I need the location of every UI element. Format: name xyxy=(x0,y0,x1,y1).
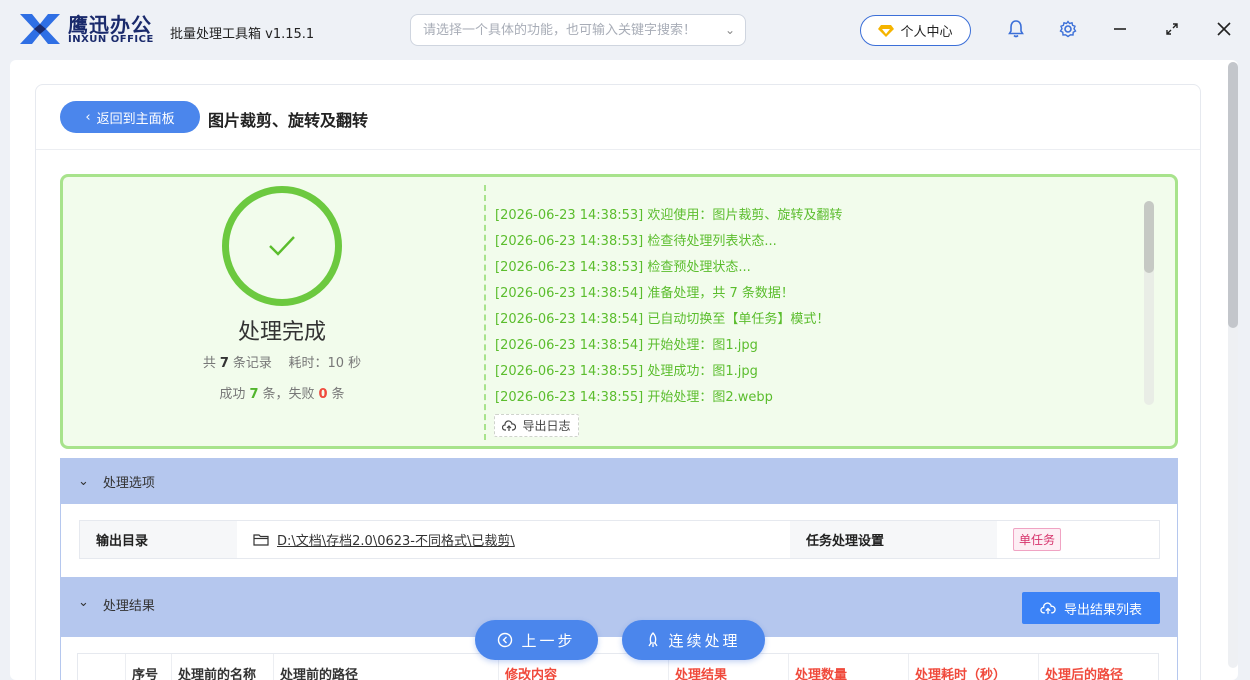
header-divider xyxy=(36,149,1200,150)
cloud-upload-icon xyxy=(502,419,517,431)
options-section-header[interactable]: ⌄ 处理选项 xyxy=(60,458,1178,504)
log-scrollbar[interactable] xyxy=(1144,201,1154,405)
success-check-icon xyxy=(222,186,342,306)
diamond-icon xyxy=(878,24,895,37)
task-mode-badge: 单任务 xyxy=(1013,528,1062,551)
status-panel: 处理完成 共 7 条记录 耗时：10 秒 成功 7 条，失败 0 条 [2026-06-23… xyxy=(60,174,1178,449)
user-center-button[interactable]: 个人中心 xyxy=(860,15,971,46)
task-setting-label: 任务处理设置 xyxy=(790,521,997,558)
log-line: [2026-06-23 14:38:54] 准备处理，共 7 条数据！ xyxy=(495,286,794,301)
back-button-label: 返回到主面板 xyxy=(96,111,175,127)
title-bar: 鹰迅办公 INXUN OFFICE 批量处理工具箱 v1.15.1 ⌄ 个人中心 xyxy=(0,0,1250,60)
chevron-down-icon[interactable]: ⌄ xyxy=(78,595,89,610)
minimize-icon[interactable] xyxy=(1109,18,1131,40)
column-header-name-before[interactable]: 处理前的名称 xyxy=(172,654,274,680)
feature-search[interactable]: ⌄ xyxy=(410,14,746,46)
gear-icon[interactable] xyxy=(1057,18,1079,40)
search-input[interactable] xyxy=(411,15,701,45)
log-scrollbar-thumb[interactable] xyxy=(1144,201,1154,273)
options-table: 输出目录 D:\文档\存档2.0\0623-不同格式\已裁剪\ 任务处理设置 单… xyxy=(79,520,1160,559)
log-line: [2026-06-23 14:38:55] 处理成功：图1.jpg xyxy=(495,364,758,379)
main-panel: ‹ 返回到主面板 图片裁剪、旋转及翻转 处理完成 共 7 条记录 耗时：10 秒 成… xyxy=(10,60,1238,680)
export-log-button[interactable]: 导出日志 xyxy=(494,414,579,437)
results-section-title: 处理结果 xyxy=(102,599,155,614)
log-line: [2026-06-23 14:38:53] 检查预处理状态... xyxy=(495,260,751,275)
time-prefix: 耗时： xyxy=(288,356,328,371)
time-unit: 秒 xyxy=(348,356,362,371)
column-header-path-before[interactable]: 处理前的路径 xyxy=(274,654,499,680)
output-dir-value[interactable]: D:\文档\存档2.0\0623-不同格式\已裁剪\ xyxy=(277,530,515,549)
elapsed-time: 10 xyxy=(327,356,344,371)
continue-processing-label: 连续处理 xyxy=(668,631,741,650)
app-title: 批量处理工具箱 v1.15.1 xyxy=(170,27,315,42)
circle-left-icon xyxy=(498,632,513,648)
chevron-left-icon: ‹ xyxy=(85,109,91,125)
log-line: [2026-06-23 14:38:53] 检查待处理列表状态... xyxy=(495,234,777,249)
export-results-button[interactable]: 导出结果列表 xyxy=(1022,592,1160,624)
total-prefix: 共 xyxy=(202,356,216,371)
page-scrollbar[interactable] xyxy=(1228,62,1238,668)
success-suffix: 条，失败 xyxy=(262,387,315,402)
app-logo xyxy=(20,14,60,44)
log-line: [2026-06-23 14:38:54] 已自动切换至【单任务】模式！ xyxy=(495,312,830,327)
rocket-icon xyxy=(648,632,659,647)
page-title: 图片裁剪、旋转及翻转 xyxy=(208,111,369,130)
log-list: [2026-06-23 14:38:53] 欢迎使用：图片裁剪、旋转及翻转 [2… xyxy=(495,204,1145,412)
status-title: 处理完成 xyxy=(237,320,326,345)
cloud-upload-icon xyxy=(1040,601,1056,614)
total-suffix: 条记录 xyxy=(232,356,272,371)
column-header-select[interactable] xyxy=(78,654,126,680)
chevron-down-icon[interactable]: ⌄ xyxy=(78,474,89,489)
task-setting-cell: 单任务 xyxy=(997,521,1159,558)
results-section-header[interactable]: ⌄ 处理结果 xyxy=(60,577,1178,637)
log-line: [2026-06-23 14:38:53] 欢迎使用：图片裁剪、旋转及翻转 xyxy=(495,208,843,223)
folder-icon xyxy=(253,534,269,546)
content-card: ‹ 返回到主面板 图片裁剪、旋转及翻转 处理完成 共 7 条记录 耗时：10 秒 成… xyxy=(35,84,1201,680)
previous-step-label: 上一步 xyxy=(521,631,576,650)
record-summary: 共 7 条记录 耗时：10 秒 xyxy=(63,352,501,371)
column-header-count[interactable]: 处理数量 xyxy=(789,654,909,680)
output-dir-link[interactable]: D:\文档\存档2.0\0623-不同格式\已裁剪\ xyxy=(237,521,790,558)
log-line: [2026-06-23 14:38:54] 开始处理：图1.jpg xyxy=(495,338,758,353)
results-table-header: 序号 处理前的名称 处理前的路径 修改内容 处理结果 处理数量 处理耗时（秒） … xyxy=(77,653,1159,680)
continue-processing-button[interactable]: 连续处理 xyxy=(622,620,765,660)
result-summary: 成功 7 条，失败 0 条 xyxy=(63,383,501,402)
success-prefix: 成功 xyxy=(219,387,246,402)
maximize-icon[interactable] xyxy=(1161,18,1183,40)
fail-count: 0 xyxy=(318,387,328,402)
options-section-title: 处理选项 xyxy=(102,475,155,491)
status-divider xyxy=(484,185,486,440)
options-section-body: 输出目录 D:\文档\存档2.0\0623-不同格式\已裁剪\ 任务处理设置 单… xyxy=(60,504,1178,577)
export-results-label: 导出结果列表 xyxy=(1063,602,1142,618)
previous-step-button[interactable]: 上一步 xyxy=(475,620,598,660)
fail-suffix: 条 xyxy=(331,387,345,402)
column-header-path-after[interactable]: 处理后的路径 xyxy=(1039,654,1158,680)
output-dir-label: 输出目录 xyxy=(80,521,237,558)
chevron-down-icon[interactable]: ⌄ xyxy=(725,23,735,37)
export-log-label: 导出日志 xyxy=(522,419,571,433)
bell-icon[interactable] xyxy=(1005,18,1027,40)
success-count: 7 xyxy=(249,387,259,402)
close-icon[interactable] xyxy=(1213,18,1235,40)
column-header-duration[interactable]: 处理耗时（秒） xyxy=(909,654,1039,680)
logo-text-en: INXUN OFFICE xyxy=(68,34,154,45)
total-count: 7 xyxy=(219,356,229,371)
log-line: [2026-06-23 14:38:55] 开始处理：图2.webp xyxy=(495,390,773,405)
column-header-index[interactable]: 序号 xyxy=(126,654,172,680)
page-scrollbar-thumb[interactable] xyxy=(1228,62,1238,328)
back-to-dashboard-button[interactable]: ‹ 返回到主面板 xyxy=(60,101,200,133)
user-center-label: 个人中心 xyxy=(900,25,953,40)
